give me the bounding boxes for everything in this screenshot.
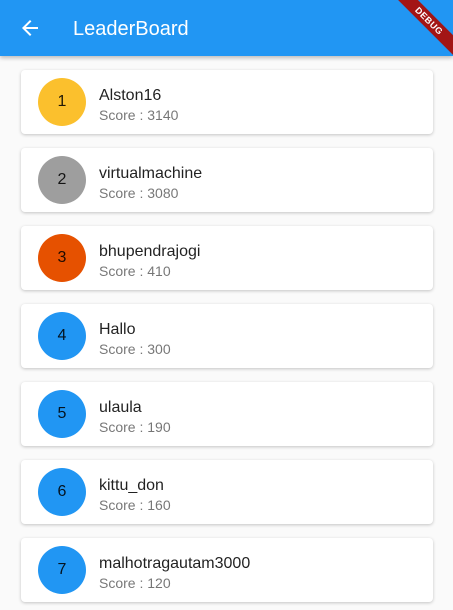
player-name: ulaula [99, 399, 142, 416]
app-bar: LeaderBoard [0, 0, 453, 56]
player-score: Score : 160 [99, 497, 171, 513]
player-score: Score : 120 [99, 575, 171, 591]
player-score: Score : 190 [99, 419, 171, 435]
player-score: Score : 300 [99, 341, 171, 357]
player-name: Hallo [99, 321, 136, 338]
player-score: Score : 3140 [99, 107, 179, 123]
rank-avatar: 3 [38, 234, 86, 282]
rank-avatar: 1 [38, 78, 86, 126]
player-score: Score : 3080 [99, 185, 179, 201]
leaderboard-row[interactable]: 3 bhupendrajogi Score : 410 [21, 226, 433, 290]
rank-avatar: 6 [38, 468, 86, 516]
player-score: Score : 410 [99, 263, 171, 279]
leaderboard-row[interactable]: 2 virtualmachine Score : 3080 [21, 148, 433, 212]
player-name: virtualmachine [99, 165, 203, 182]
player-name: bhupendrajogi [99, 243, 201, 260]
arrow-back-icon [22, 20, 38, 36]
player-name: kittu_don [99, 477, 164, 494]
leaderboard-row[interactable]: 5 ulaula Score : 190 [21, 382, 433, 446]
leaderboard-list[interactable]: 1 Alston16 Score : 3140 2 virtualmachine… [0, 56, 453, 610]
leaderboard-row[interactable]: 7 malhotragautam3000 Score : 120 [21, 538, 433, 602]
leaderboard-row[interactable]: 6 kittu_don Score : 160 [21, 460, 433, 524]
rank-avatar: 7 [38, 546, 86, 594]
player-name: malhotragautam3000 [99, 555, 251, 572]
rank-avatar: 2 [38, 156, 86, 204]
player-name: Alston16 [99, 87, 162, 104]
rank-avatar: 5 [38, 390, 86, 438]
rank-avatar: 4 [38, 312, 86, 360]
leaderboard-row[interactable]: 4 Hallo Score : 300 [21, 304, 433, 368]
leaderboard-row[interactable]: 1 Alston16 Score : 3140 [21, 70, 433, 134]
page-title: LeaderBoard [73, 18, 189, 40]
back-button[interactable] [14, 12, 46, 44]
